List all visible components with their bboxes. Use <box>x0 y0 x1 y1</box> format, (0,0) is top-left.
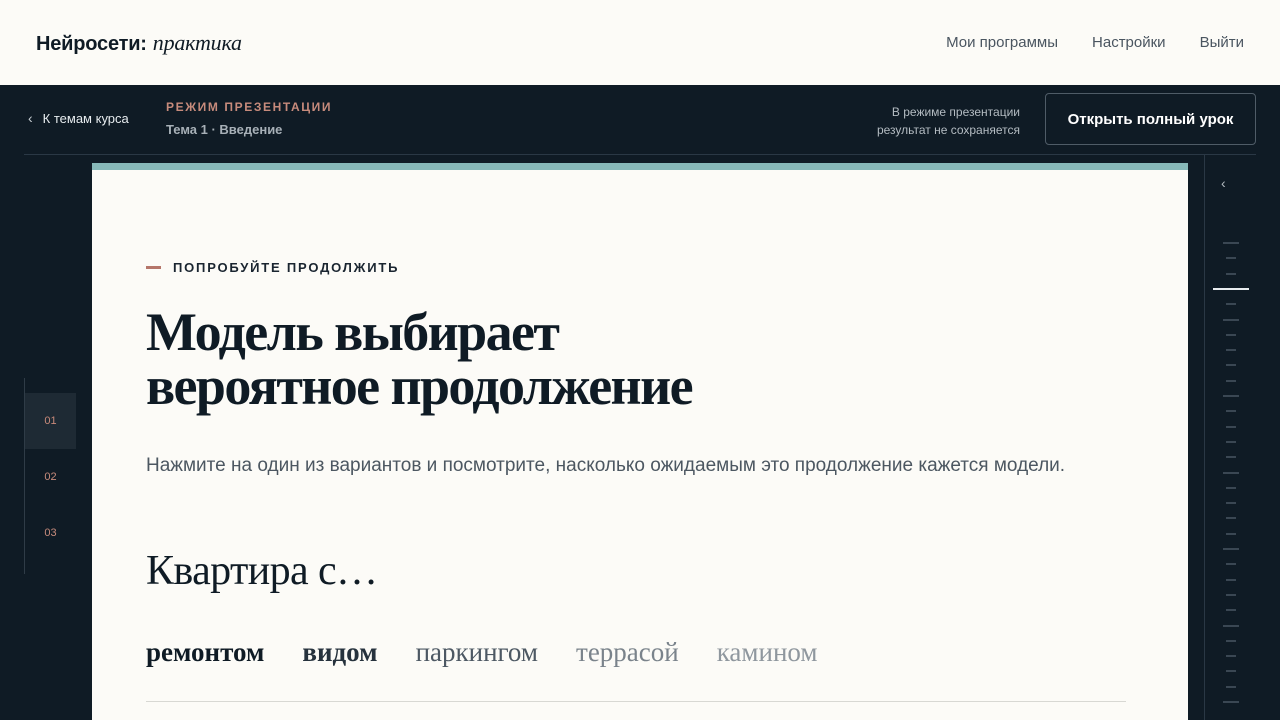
step-02[interactable]: 02 <box>25 449 76 505</box>
headline-line-2: вероятное продолжение <box>146 356 694 416</box>
progress-tick[interactable] <box>1226 272 1236 275</box>
progress-tick-current[interactable] <box>1213 287 1249 290</box>
progress-tick[interactable] <box>1226 563 1236 566</box>
options-divider <box>146 701 1126 702</box>
brand-logo[interactable]: Нейросети: практика <box>36 30 242 56</box>
slide-headline: Модель выбирает вероятное продолжение <box>146 305 946 413</box>
nav-my-programs[interactable]: Мои программы <box>946 34 1058 51</box>
progress-tick[interactable] <box>1226 593 1236 596</box>
nav-settings[interactable]: Настройки <box>1092 34 1166 51</box>
progress-tick[interactable] <box>1226 257 1236 260</box>
nav-logout[interactable]: Выйти <box>1200 34 1244 51</box>
continuation-options: ремонтом видом паркингом террасой камино… <box>146 637 817 668</box>
option-terrasoy[interactable]: террасой <box>576 637 679 668</box>
progress-tick[interactable] <box>1226 655 1236 658</box>
progress-tick[interactable] <box>1223 471 1239 474</box>
presentation-mode-info: РЕЖИМ ПРЕЗЕНТАЦИИ Тема 1 · Введение <box>166 100 332 137</box>
progress-tick[interactable] <box>1226 349 1236 352</box>
progress-tick[interactable] <box>1226 532 1236 535</box>
progress-tick[interactable] <box>1223 624 1239 627</box>
note-line-2: результат не сохраняется <box>876 123 1020 137</box>
progress-tick[interactable] <box>1226 364 1236 367</box>
progress-tick[interactable] <box>1226 486 1236 489</box>
open-full-lesson-button[interactable]: Открыть полный урок <box>1045 93 1256 145</box>
progress-tick[interactable] <box>1226 639 1236 642</box>
headline-line-1: Модель выбирает <box>146 302 560 362</box>
progress-tick[interactable] <box>1226 410 1236 413</box>
progress-tick[interactable] <box>1226 609 1236 612</box>
note-line-1: В режиме презентации <box>891 105 1020 119</box>
chevron-left-icon[interactable]: ‹ <box>1221 175 1226 191</box>
progress-tick[interactable] <box>1223 548 1239 550</box>
slide-progress-rail: ‹ <box>1204 155 1256 720</box>
slide-accent-bar <box>92 163 1188 170</box>
main-nav: Мои программы Настройки Выйти <box>946 34 1244 51</box>
eyebrow-dash <box>146 266 161 269</box>
eyebrow-text: ПОПРОБУЙТЕ ПРОДОЛЖИТЬ <box>173 260 400 275</box>
progress-tick[interactable] <box>1226 303 1236 306</box>
no-save-note: В режиме презентации результат не сохран… <box>877 103 1020 139</box>
option-remontom[interactable]: ремонтом <box>146 637 264 668</box>
step-03[interactable]: 03 <box>25 505 76 561</box>
progress-tick[interactable] <box>1223 395 1239 397</box>
progress-tick[interactable] <box>1223 701 1239 703</box>
progress-tick[interactable] <box>1226 456 1236 459</box>
progress-tick[interactable] <box>1226 502 1236 505</box>
progress-tick[interactable] <box>1226 685 1236 688</box>
progress-tick[interactable] <box>1226 517 1236 520</box>
topic-label: Тема 1 · Введение <box>166 122 283 137</box>
progress-tick[interactable] <box>1226 425 1236 428</box>
progress-tick[interactable] <box>1223 318 1239 321</box>
prompt-text: Квартира с… <box>146 548 378 594</box>
progress-tick[interactable] <box>1226 670 1236 673</box>
back-label: К темам курса <box>42 110 129 126</box>
chevron-left-icon: ‹ <box>28 110 33 126</box>
slide-eyebrow: ПОПРОБУЙТЕ ПРОДОЛЖИТЬ <box>146 260 399 275</box>
brand-main: Нейросети: <box>36 32 147 55</box>
slide-description: Нажмите на один из вариантов и посмотрит… <box>146 455 1066 476</box>
slide-card: ПОПРОБУЙТЕ ПРОДОЛЖИТЬ Модель выбирает ве… <box>92 163 1188 720</box>
progress-tick[interactable] <box>1226 333 1236 336</box>
option-kaminom[interactable]: камином <box>717 637 818 668</box>
option-vidom[interactable]: видом <box>302 637 377 668</box>
option-parkingom[interactable]: паркингом <box>416 637 538 668</box>
progress-tick[interactable] <box>1223 242 1239 244</box>
progress-tick[interactable] <box>1226 440 1236 443</box>
presentation-bar: ‹ К темам курса РЕЖИМ ПРЕЗЕНТАЦИИ Тема 1… <box>0 85 1280 155</box>
top-navigation: Нейросети: практика Мои программы Настро… <box>0 0 1280 85</box>
brand-italic: практика <box>152 29 242 55</box>
divider <box>24 154 1256 155</box>
step-navigation: 01 02 03 <box>24 378 76 574</box>
step-01[interactable]: 01 <box>25 393 76 449</box>
progress-tick[interactable] <box>1226 379 1236 382</box>
progress-tick[interactable] <box>1226 578 1236 581</box>
mode-label: РЕЖИМ ПРЕЗЕНТАЦИИ <box>166 100 333 114</box>
back-to-topics-link[interactable]: ‹ К темам курса <box>28 110 129 126</box>
